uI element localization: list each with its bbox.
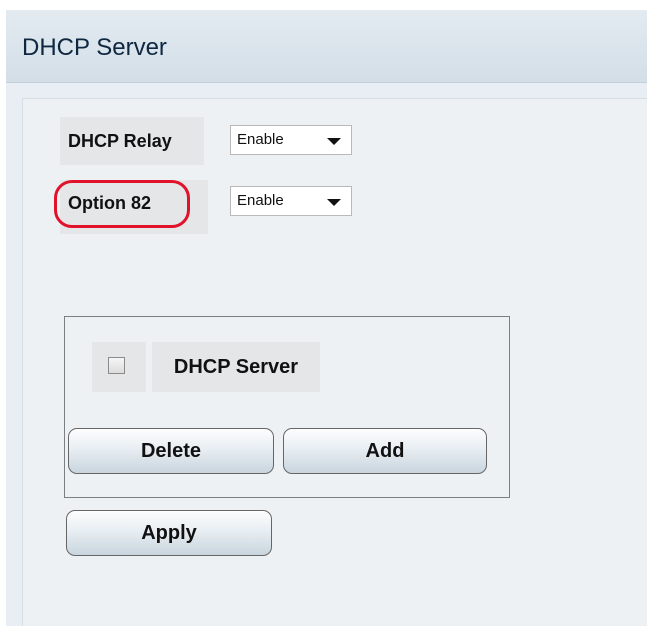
delete-button[interactable]: Delete: [68, 428, 274, 474]
add-button[interactable]: Add: [283, 428, 487, 474]
dhcp-relay-value: Enable: [237, 131, 284, 148]
select-all-checkbox[interactable]: [108, 357, 125, 374]
option82-highlight-ring: [54, 180, 190, 228]
chevron-down-icon: [327, 138, 341, 145]
dhcp-relay-select[interactable]: Enable: [230, 125, 352, 155]
dhcp-server-column-header: DHCP Server: [152, 342, 320, 392]
page-header: DHCP Server: [6, 10, 647, 83]
option82-value: Enable: [237, 192, 284, 209]
apply-button[interactable]: Apply: [66, 510, 272, 556]
chevron-down-icon: [327, 199, 341, 206]
dhcp-relay-label: DHCP Relay: [60, 117, 204, 165]
option82-select[interactable]: Enable: [230, 186, 352, 216]
page-title: DHCP Server: [22, 34, 167, 61]
